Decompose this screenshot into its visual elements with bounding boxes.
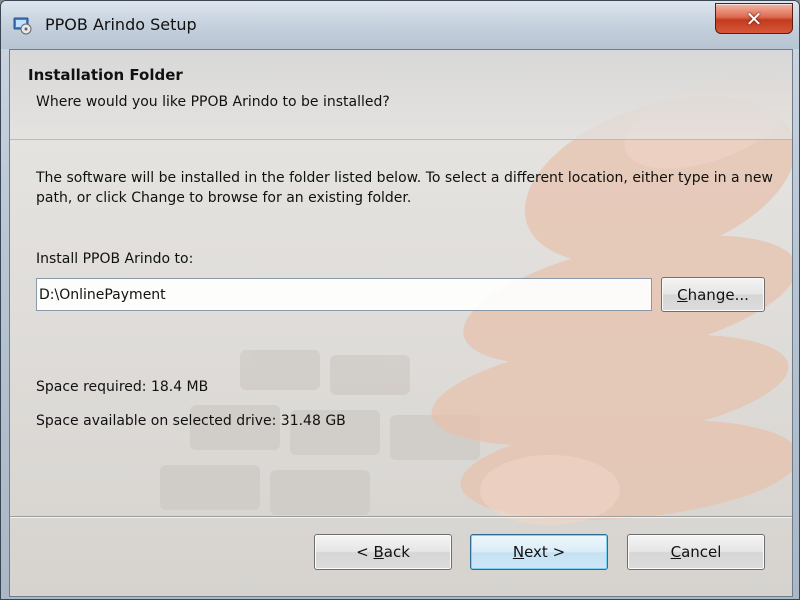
close-button[interactable]: ✕ [715, 3, 793, 34]
change-label: hange... [687, 285, 749, 304]
page-subtitle: Where would you like PPOB Arindo to be i… [36, 94, 390, 110]
header-band: Installation Folder Where would you like… [10, 50, 792, 140]
dialog-client-area: Installation Folder Where would you like… [9, 49, 793, 597]
space-available-text: Space available on selected drive: 31.48… [36, 413, 346, 429]
setup-window: PPOB Arindo Setup ✕ Installation Folder … [0, 0, 800, 600]
next-button[interactable]: Next > [470, 534, 608, 570]
close-icon: ✕ [745, 6, 763, 31]
setup-icon [13, 17, 32, 35]
change-mnemonic: C [677, 285, 688, 304]
space-required-text: Space required: 18.4 MB [36, 379, 209, 395]
install-location-label: Install PPOB Arindo to: [36, 251, 194, 267]
page-title: Installation Folder [28, 66, 183, 84]
cancel-label: ancel [681, 543, 722, 561]
change-button[interactable]: Change... [661, 277, 765, 312]
title-bar[interactable]: PPOB Arindo Setup ✕ [1, 1, 799, 49]
footer-divider [10, 516, 792, 518]
cancel-mnemonic: C [670, 543, 682, 561]
back-label: ack [383, 543, 410, 561]
next-label: ext > [524, 543, 566, 561]
cancel-button[interactable]: Cancel [627, 534, 765, 570]
next-mnemonic: N [512, 543, 525, 561]
back-prefix: < [356, 543, 374, 561]
description-text: The software will be installed in the fo… [36, 170, 773, 206]
install-path-input[interactable] [36, 278, 652, 311]
window-title: PPOB Arindo Setup [45, 15, 197, 34]
back-button[interactable]: < Back [314, 534, 452, 570]
back-mnemonic: B [373, 543, 384, 561]
